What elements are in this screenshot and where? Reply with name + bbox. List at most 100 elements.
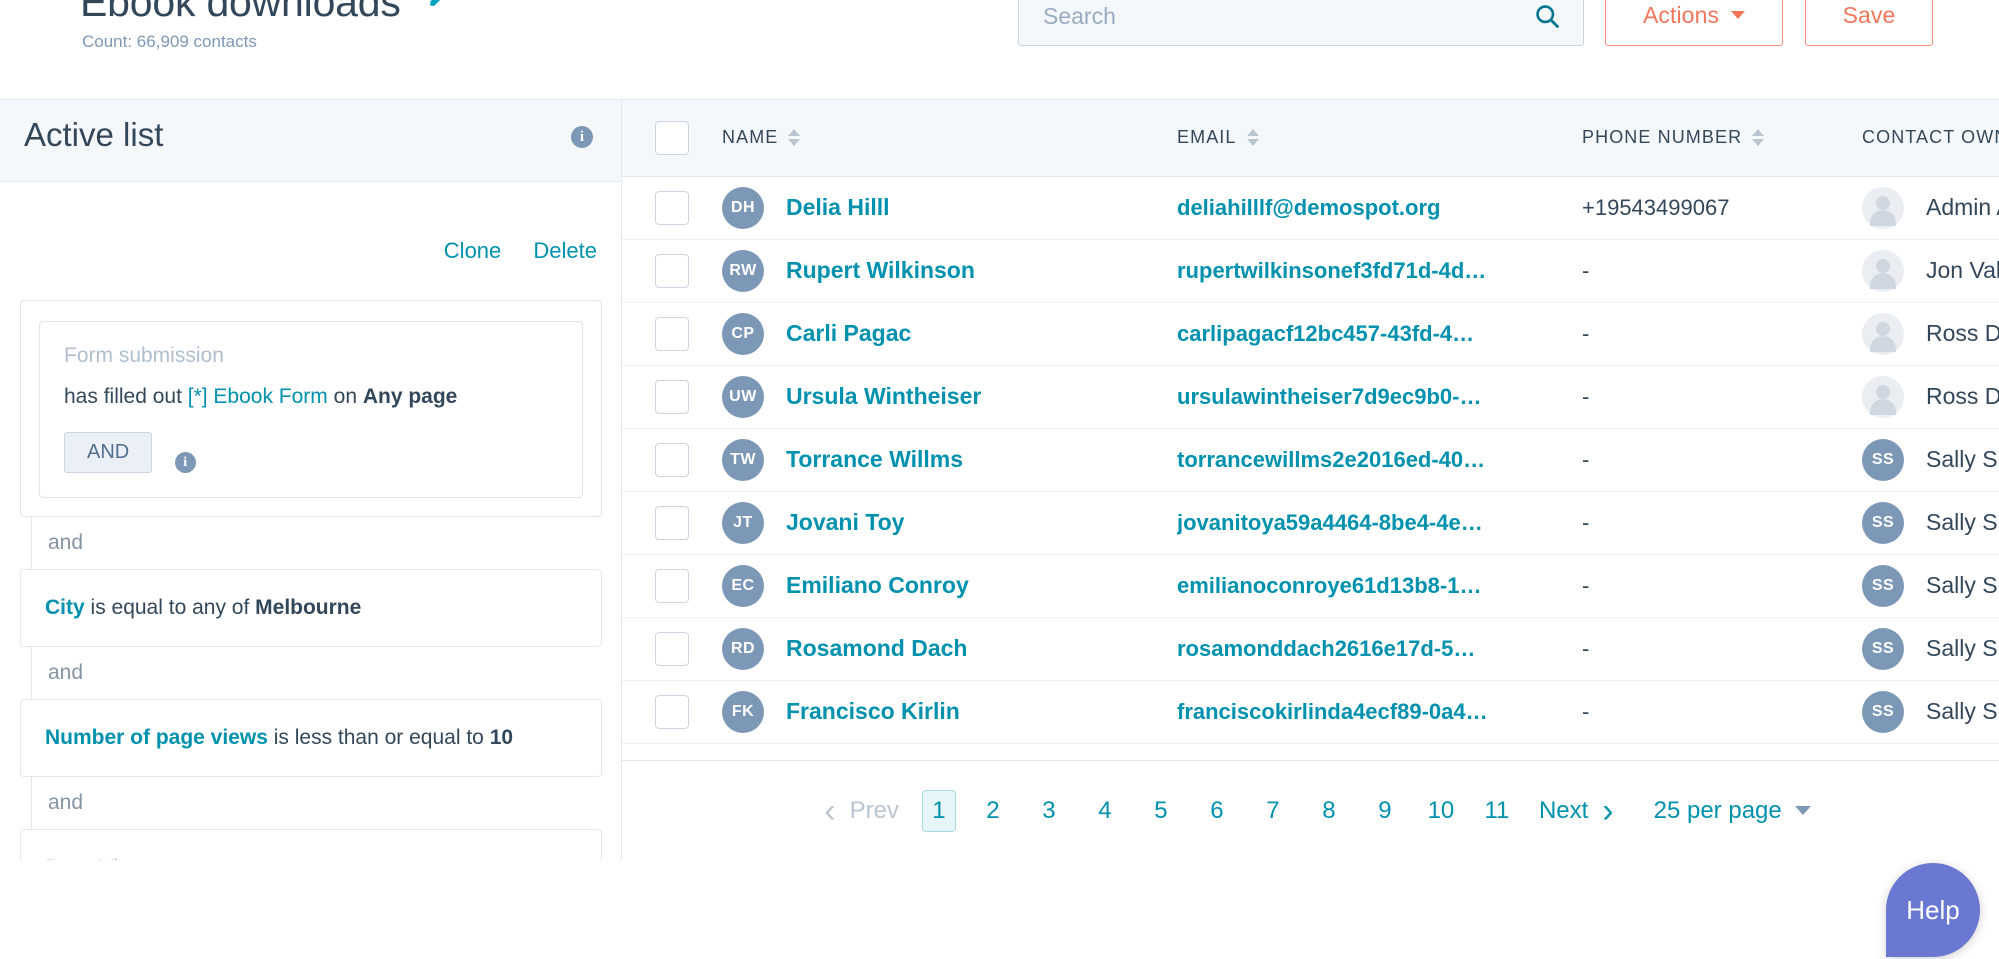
filter-criterion-page-views[interactable]: Number of page views is less than or equ… [20, 699, 602, 778]
sort-icon[interactable] [1246, 129, 1259, 147]
email-cell: rupertwilkinsonef3fd71d-4d… [1177, 239, 1582, 303]
owner-name: Sally Sm [1926, 509, 1999, 535]
page-number-11[interactable]: 11 [1480, 797, 1514, 825]
and-button[interactable]: AND [64, 432, 153, 473]
name-cell: CP Carli Pagac [722, 302, 1177, 366]
filters-panel: Active list i Clone Delete Form submissi… [0, 100, 622, 860]
per-page-label: 25 per page [1653, 796, 1782, 824]
contact-email-link[interactable]: franciscokirlinda4ecf89-0a4… [1177, 699, 1497, 725]
contact-name-link[interactable]: Francisco Kirlin [786, 698, 960, 725]
page-number-10[interactable]: 10 [1424, 797, 1458, 825]
phone-cell: - [1582, 680, 1862, 744]
search-icon[interactable] [1533, 2, 1561, 35]
per-page-dropdown[interactable]: 25 per page [1654, 797, 1811, 825]
contact-email-link[interactable]: rosamonddach2616e17d-5… [1177, 636, 1497, 662]
page-number-5[interactable]: 5 [1144, 797, 1178, 825]
info-icon[interactable]: i [174, 452, 196, 474]
row-checkbox[interactable] [655, 379, 689, 414]
table-row[interactable]: RD Rosamond Dach rosamonddach2616e17d-5… - S… [622, 617, 1999, 681]
table-row[interactable]: JT Jovani Toy jovanitoya59a4464-8be4-4e… - S… [622, 491, 1999, 555]
table-row[interactable]: TW Torrance Willms torrancewillms2e2016ed-… [622, 428, 1999, 492]
table-row[interactable]: DH Delia Hilll deliahilllf@demospot.org +19… [622, 176, 1999, 240]
chevron-right-icon[interactable]: › [1588, 794, 1627, 828]
row-checkbox[interactable] [655, 253, 689, 288]
actions-button[interactable]: Actions [1605, 0, 1783, 46]
select-all-checkbox[interactable] [655, 120, 689, 155]
next-page-button[interactable]: Next [1539, 797, 1588, 825]
page-number-3[interactable]: 3 [1032, 797, 1066, 825]
filter-card-form-submission[interactable]: Form submission has filled out [*] Ebook… [39, 321, 583, 499]
owner-cell: SS Sally Sm [1862, 617, 1999, 681]
contact-name-link[interactable]: Delia Hilll [786, 194, 890, 221]
filters-panel-header: Active list i [0, 100, 621, 182]
contact-email-link[interactable]: emilianoconroye61d13b8-1… [1177, 573, 1497, 599]
sort-icon[interactable] [788, 129, 801, 147]
column-header-owner[interactable]: CONTACT OWNER [1862, 100, 1999, 177]
contact-name-link[interactable]: Torrance Willms [786, 446, 963, 473]
contact-email-link[interactable]: rupertwilkinsonef3fd71d-4d… [1177, 258, 1497, 284]
email-cell: torrancewillms2e2016ed-40… [1177, 428, 1582, 492]
phone-value: +19543499067 [1582, 194, 1730, 220]
table-row[interactable]: CP Carli Pagac carlipagacf12bc457-43fd-4… -… [622, 302, 1999, 366]
contact-name-link[interactable]: Rosamond Dach [786, 635, 967, 662]
prev-page-button[interactable]: Prev [850, 797, 899, 825]
page-number-2[interactable]: 2 [976, 797, 1010, 825]
row-checkbox[interactable] [655, 190, 689, 225]
chevron-down-icon [1731, 11, 1746, 19]
delete-link[interactable]: Delete [533, 238, 597, 263]
table-row[interactable]: UW Ursula Wintheiser ursulawintheiser7d9ec… [622, 365, 1999, 429]
help-button[interactable]: Help [1886, 863, 1980, 957]
search-input[interactable] [1043, 0, 1513, 45]
contacts-table-area: NAME EMAIL PHONE NUMBER CONTACT OW DH De… [622, 100, 1999, 860]
contact-name-link[interactable]: Rupert Wilkinson [786, 257, 975, 284]
pagination-controls: ‹ Prev 1 2 3 4 5 6 7 8 9 10 11 Next › 25 per page [810, 789, 1811, 832]
search-box[interactable] [1018, 0, 1584, 46]
criterion-operator: is less than or equal to [267, 726, 490, 750]
filter-type-label: Form submission [64, 344, 224, 367]
info-icon[interactable]: i [571, 126, 593, 148]
row-checkbox[interactable] [655, 442, 689, 477]
filter-criterion-page-view[interactable]: Page View [20, 829, 602, 860]
contact-name-link[interactable]: Jovani Toy [786, 509, 904, 536]
row-checkbox[interactable] [655, 505, 689, 540]
table-row[interactable]: FK Francisco Kirlin franciscokirlinda4ecf8… [622, 680, 1999, 744]
contact-name-link[interactable]: Ursula Wintheiser [786, 383, 981, 410]
contact-name-link[interactable]: Carli Pagac [786, 320, 911, 347]
pencil-icon[interactable] [427, 0, 453, 14]
chevron-left-icon[interactable]: ‹ [810, 794, 849, 828]
name-cell: TW Torrance Willms [722, 428, 1177, 492]
contact-name-link[interactable]: Emiliano Conroy [786, 572, 969, 599]
avatar: UW [722, 375, 764, 418]
filter-expr-form[interactable]: [*] Ebook Form [188, 385, 328, 408]
active-list-title: Active list [24, 116, 164, 153]
avatar: CP [722, 312, 764, 355]
row-checkbox[interactable] [655, 568, 689, 603]
name-cell: UW Ursula Wintheiser [722, 365, 1177, 429]
table-row[interactable]: RW Rupert Wilkinson rupertwilkinsonef3fd71… [622, 239, 1999, 303]
page-number-4[interactable]: 4 [1088, 797, 1122, 825]
filter-criterion-city[interactable]: City is equal to any of Melbourne [20, 569, 602, 648]
column-header-email[interactable]: EMAIL [1177, 100, 1582, 177]
contact-email-link[interactable]: carlipagacf12bc457-43fd-4… [1177, 321, 1497, 347]
page-number-1[interactable]: 1 [921, 789, 956, 832]
page-number-9[interactable]: 9 [1368, 797, 1402, 825]
page-number-7[interactable]: 7 [1256, 797, 1290, 825]
column-header-name[interactable]: NAME [722, 100, 1177, 177]
page-title: Ebook downloads [80, 0, 401, 25]
table-row[interactable]: EC Emiliano Conroy emilianoconroye61d13b8-… [622, 554, 1999, 618]
row-checkbox[interactable] [655, 631, 689, 666]
save-button[interactable]: Save [1805, 0, 1933, 46]
sort-icon[interactable] [1752, 129, 1765, 147]
email-cell: emilianoconroye61d13b8-1… [1177, 554, 1582, 618]
row-checkbox[interactable] [655, 316, 689, 351]
page-number-8[interactable]: 8 [1312, 797, 1346, 825]
name-cell: JT Jovani Toy [722, 491, 1177, 555]
contact-email-link[interactable]: ursulawintheiser7d9ec9b0-… [1177, 384, 1497, 410]
column-header-phone[interactable]: PHONE NUMBER [1582, 100, 1862, 177]
clone-link[interactable]: Clone [444, 238, 501, 263]
contact-email-link[interactable]: jovanitoya59a4464-8be4-4e… [1177, 510, 1497, 536]
row-checkbox[interactable] [655, 694, 689, 729]
contact-email-link[interactable]: torrancewillms2e2016ed-40… [1177, 447, 1497, 473]
contact-email-link[interactable]: deliahilllf@demospot.org [1177, 195, 1497, 221]
page-number-6[interactable]: 6 [1200, 797, 1234, 825]
